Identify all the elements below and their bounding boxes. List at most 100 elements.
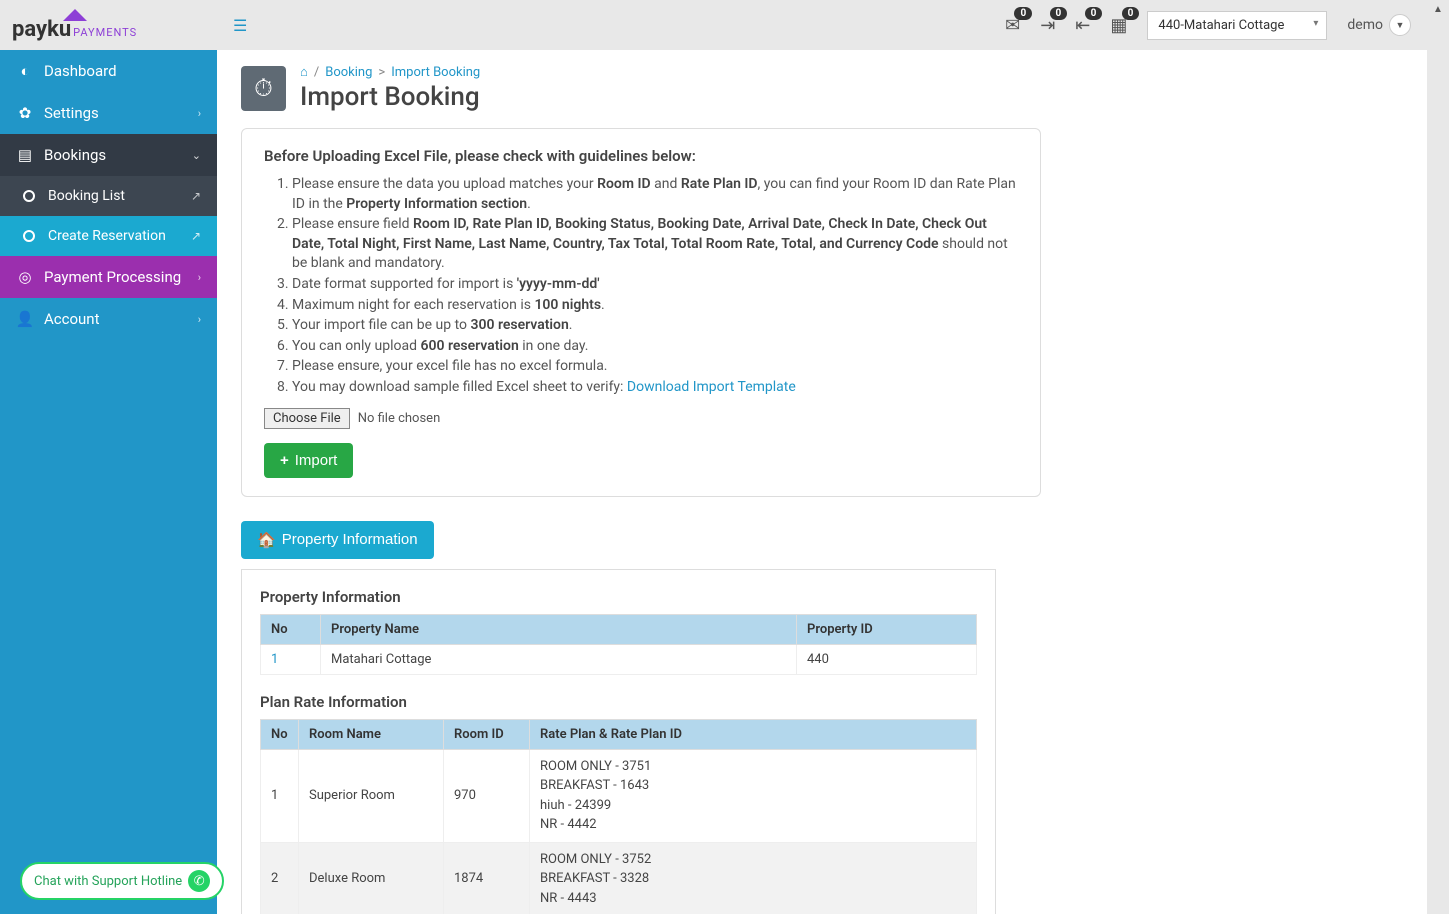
- list-icon: ▤: [16, 146, 34, 164]
- whatsapp-icon: ✆: [188, 870, 210, 892]
- sidebar: paykuPAYMENTS ◐ Dashboard ✿ Settings › ▤…: [0, 0, 217, 914]
- import-button[interactable]: + Import: [264, 443, 353, 478]
- property-table: No Property Name Property ID 1Matahari C…: [260, 614, 977, 675]
- sidebar-item-dashboard[interactable]: ◐ Dashboard: [0, 50, 217, 92]
- import-label: Import: [295, 452, 338, 469]
- guidelines-card: Before Uploading Excel File, please chec…: [241, 128, 1041, 497]
- user-name: demo: [1347, 17, 1383, 33]
- property-info-panel: Property Information No Property Name Pr…: [241, 569, 996, 914]
- sidebar-label: Booking List: [48, 188, 125, 204]
- table-row: 1Superior Room970ROOM ONLY - 3751BREAKFA…: [261, 749, 977, 842]
- sidebar-label: Settings: [44, 104, 99, 122]
- breadcrumb: ⌂ / Booking > Import Booking: [300, 64, 480, 80]
- sidebar-item-settings[interactable]: ✿ Settings ›: [0, 92, 217, 134]
- checkin-icon[interactable]: ⇥0: [1040, 15, 1055, 36]
- scrollbar[interactable]: ▲: [1427, 0, 1449, 914]
- logo-text: payku: [12, 17, 71, 42]
- th-rid: Room ID: [444, 719, 530, 749]
- sidebar-label: Create Reservation: [48, 228, 166, 244]
- breadcrumb-link[interactable]: Import Booking: [391, 65, 480, 80]
- card-heading: Before Uploading Excel File, please chec…: [264, 147, 1018, 165]
- th-room: Room Name: [299, 719, 444, 749]
- cell-no: 1: [261, 644, 321, 674]
- th-no: No: [261, 719, 299, 749]
- cell-plans: ROOM ONLY - 3752BREAKFAST - 3328NR - 444…: [530, 842, 977, 914]
- cell-room: Superior Room: [299, 749, 444, 842]
- badge: 0: [1085, 7, 1103, 20]
- badge: 0: [1014, 7, 1032, 20]
- th-no: No: [261, 614, 321, 644]
- sidebar-label: Bookings: [44, 146, 106, 164]
- guideline-item: Please ensure the data you upload matche…: [292, 175, 1018, 214]
- cell-name: Matahari Cottage: [321, 644, 797, 674]
- mail-icon[interactable]: ✉0: [1005, 15, 1020, 36]
- guideline-item: Date format supported for import is 'yyy…: [292, 275, 1018, 295]
- sidebar-label: Payment Processing: [44, 268, 181, 286]
- sidebar-label: Account: [44, 310, 100, 328]
- gauge-icon: ◐: [16, 62, 34, 80]
- chevron-right-icon: ›: [198, 107, 201, 120]
- file-status: No file chosen: [358, 411, 441, 426]
- chat-support-button[interactable]: Chat with Support Hotline ✆: [20, 862, 224, 900]
- choose-file-button[interactable]: Choose File: [264, 408, 350, 429]
- home-icon: 🏠: [257, 531, 276, 549]
- home-icon[interactable]: ⌂: [300, 64, 308, 80]
- plus-icon: +: [280, 452, 289, 469]
- dashboard-icon: ⏱: [241, 66, 286, 111]
- circle-icon: [20, 230, 38, 242]
- th-plan: Rate Plan & Rate Plan ID: [530, 719, 977, 749]
- checkout-icon[interactable]: ⇤0: [1075, 15, 1090, 36]
- guideline-item: You may download sample filled Excel she…: [292, 378, 1018, 398]
- scroll-up-icon: ▲: [1433, 4, 1443, 15]
- section-heading: Property Information: [260, 588, 977, 606]
- sidebar-label: Dashboard: [44, 62, 117, 80]
- content-area: ⏱ ⌂ / Booking > Import Booking Import Bo…: [217, 50, 1427, 914]
- guideline-item: Please ensure, your excel file has no ex…: [292, 357, 1018, 377]
- logo-subtext: PAYMENTS: [73, 26, 137, 39]
- chevron-right-icon: ›: [198, 313, 201, 326]
- breadcrumb-link[interactable]: Booking: [325, 65, 372, 80]
- sidebar-item-booking-list[interactable]: Booking List ↗: [0, 176, 217, 216]
- cell-rid: 1874: [444, 842, 530, 914]
- guideline-item: Maximum night for each reservation is 10…: [292, 296, 1018, 316]
- hamburger-icon[interactable]: ☰: [233, 16, 247, 35]
- cell-id: 440: [797, 644, 977, 674]
- section-heading: Plan Rate Information: [260, 693, 977, 711]
- chevron-down-icon: ⌄: [192, 149, 201, 162]
- badge: 0: [1050, 7, 1068, 20]
- sidebar-item-account[interactable]: 👤 Account ›: [0, 298, 217, 340]
- cell-no: 2: [261, 842, 299, 914]
- table-row: 1Matahari Cottage440: [261, 644, 977, 674]
- user-dropdown[interactable]: demo ▼: [1347, 14, 1411, 36]
- download-template-link[interactable]: Download Import Template: [627, 379, 796, 395]
- cell-no: 1: [261, 749, 299, 842]
- property-select-value: 440-Matahari Cottage: [1158, 18, 1284, 33]
- table-row: 2Deluxe Room1874ROOM ONLY - 3752BREAKFAS…: [261, 842, 977, 914]
- user-icon: 👤: [16, 310, 34, 328]
- logo: paykuPAYMENTS: [0, 0, 217, 50]
- sidebar-item-bookings[interactable]: ▤ Bookings ⌄: [0, 134, 217, 176]
- guideline-item: Please ensure field Room ID, Rate Plan I…: [292, 215, 1018, 274]
- plan-rate-table: No Room Name Room ID Rate Plan & Rate Pl…: [260, 719, 977, 914]
- chevron-right-icon: ›: [198, 271, 201, 284]
- external-link-icon: ↗: [191, 229, 201, 243]
- th-id: Property ID: [797, 614, 977, 644]
- caret-down-icon: ▼: [1389, 14, 1411, 36]
- button-label: Property Information: [282, 531, 418, 548]
- calendar-icon[interactable]: ▦0: [1110, 15, 1127, 36]
- topbar: ☰ ✉0 ⇥0 ⇤0 ▦0 440-Matahari Cottage demo …: [217, 0, 1427, 50]
- gear-icon: ✿: [16, 104, 34, 122]
- cell-plans: ROOM ONLY - 3751BREAKFAST - 1643hiuh - 2…: [530, 749, 977, 842]
- sidebar-item-create-reservation[interactable]: Create Reservation ↗: [0, 216, 217, 256]
- external-link-icon: ↗: [191, 189, 201, 203]
- guideline-item: Your import file can be up to 300 reserv…: [292, 316, 1018, 336]
- page-title: Import Booking: [300, 82, 480, 112]
- property-information-button[interactable]: 🏠 Property Information: [241, 521, 434, 559]
- cell-rid: 970: [444, 749, 530, 842]
- th-name: Property Name: [321, 614, 797, 644]
- cell-room: Deluxe Room: [299, 842, 444, 914]
- property-select[interactable]: 440-Matahari Cottage: [1147, 11, 1327, 40]
- guideline-item: You can only upload 600 reservation in o…: [292, 337, 1018, 357]
- sidebar-item-payment-processing[interactable]: ◎ Payment Processing ›: [0, 256, 217, 298]
- target-icon: ◎: [16, 268, 34, 286]
